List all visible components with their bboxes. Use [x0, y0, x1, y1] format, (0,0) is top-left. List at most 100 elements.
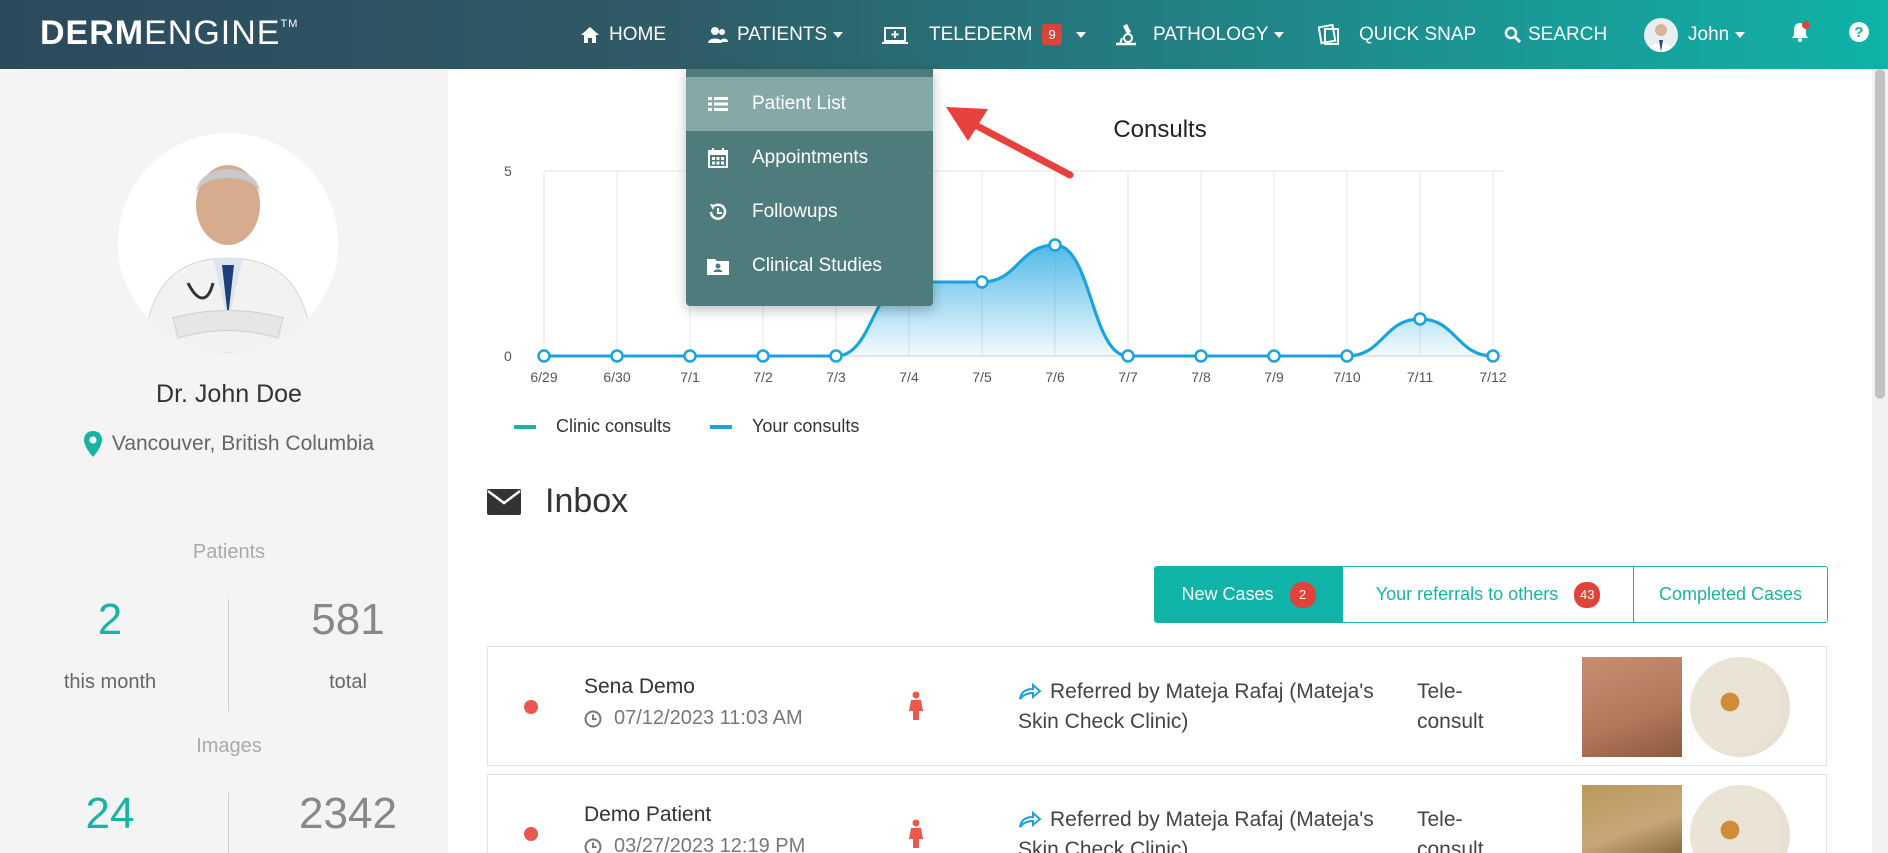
nav-telederm[interactable]: TELEDERM 9	[882, 0, 1086, 69]
scrollbar-thumb[interactable]	[1875, 69, 1885, 399]
help-button[interactable]: ?	[1848, 0, 1870, 69]
search-icon	[1504, 26, 1522, 44]
nav-user-menu[interactable]: John	[1644, 0, 1746, 69]
case-referral-text: Referred by Mateja Rafaj (Mateja's Skin …	[1018, 680, 1374, 733]
patients-total-count: 581	[311, 595, 385, 644]
menu-item-label: Followups	[752, 201, 838, 222]
menu-item-followups[interactable]: Followups	[686, 185, 933, 239]
calendar-icon	[706, 148, 730, 168]
legend-label: Your consults	[752, 416, 860, 436]
case-clinical-image[interactable]	[1582, 785, 1682, 853]
profile-photo	[118, 133, 338, 353]
referrals-count-badge: 43	[1574, 581, 1601, 608]
avatar	[1644, 17, 1678, 52]
data-point	[829, 349, 843, 363]
tab-referrals-to-others[interactable]: Your referrals to others 43	[1343, 567, 1634, 622]
patients-stat-title: Patients	[192, 541, 266, 563]
map-pin-icon	[83, 431, 102, 457]
case-date: 03/27/2023 12:19 PM	[584, 835, 805, 853]
top-navbar: DERMENGINETM HOME PATIENTS TELEDERM 9 PA…	[0, 0, 1888, 69]
bell-icon	[1788, 20, 1812, 50]
data-point	[1486, 349, 1500, 363]
x-tick-label: 7/5	[972, 369, 992, 385]
data-point	[537, 349, 551, 363]
share-arrow-icon	[1018, 811, 1042, 829]
page-scrollbar[interactable]	[1872, 69, 1888, 853]
case-type: Tele-consult	[1417, 680, 1484, 733]
profile-sidebar: Dr. John Doe Vancouver, British Columbia…	[0, 69, 448, 853]
clock-icon	[584, 710, 602, 728]
nav-user-name: John	[1688, 23, 1730, 45]
legend-label: Clinic consults	[556, 416, 672, 436]
legend-item-yours[interactable]: Your consults	[710, 416, 859, 437]
legend-item-clinic[interactable]: Clinic consults	[514, 416, 671, 437]
images-month-count: 24	[85, 789, 135, 838]
images-stat-title: Images	[196, 735, 262, 757]
consults-chart: 5 0 6/29 6/30 7/1 7/2 7/3 7/4 7/5 7/6 7/7 7/8 7/9 7/1…	[504, 163, 1507, 385]
case-row[interactable]: Sena Demo 07/12/2023 11:03 AM Referred b…	[487, 646, 1827, 766]
x-tick-label: 7/1	[680, 369, 700, 385]
nav-patients[interactable]: PATIENTS	[708, 0, 844, 69]
x-tick-label: 6/29	[530, 369, 557, 385]
notifications-button[interactable]	[1788, 0, 1812, 69]
menu-item-clinical-studies[interactable]: Clinical Studies	[686, 239, 933, 293]
nav-home-label: HOME	[609, 23, 666, 45]
menu-item-patient-list[interactable]: Patient List	[686, 77, 933, 131]
case-row[interactable]: Demo Patient 03/27/2023 12:19 PM Referre…	[487, 774, 1827, 853]
data-point	[610, 349, 624, 363]
doctor-name: Dr. John Doe	[156, 380, 302, 408]
nav-pathology[interactable]: PATHOLOGY	[1114, 0, 1285, 69]
nav-home[interactable]: HOME	[580, 0, 666, 69]
x-tick-label: 7/11	[1407, 369, 1433, 385]
menu-item-label: Patient List	[752, 93, 846, 114]
case-dermoscopy-image[interactable]	[1690, 785, 1790, 853]
nav-quick-snap[interactable]: QUICK SNAP	[1318, 0, 1476, 69]
case-dermoscopy-image[interactable]	[1690, 657, 1790, 757]
help-icon: ?	[1848, 21, 1870, 49]
data-point	[975, 275, 989, 289]
x-tick-label: 7/8	[1191, 369, 1211, 385]
new-cases-count-badge: 2	[1289, 581, 1316, 608]
case-referral: Referred by Mateja Rafaj (Mateja's Skin …	[1018, 677, 1398, 737]
x-tick-label: 7/9	[1264, 369, 1284, 385]
doctor-location: Vancouver, British Columbia	[0, 431, 458, 457]
images-total-count: 2342	[299, 789, 397, 838]
patients-month-label: this month	[63, 671, 157, 693]
chevron-down-icon	[833, 31, 844, 38]
case-patient-name: Demo Patient	[584, 803, 712, 826]
case-patient-name: Sena Demo	[584, 675, 695, 698]
data-point	[1413, 312, 1427, 326]
data-point	[1048, 238, 1062, 252]
case-date-text: 07/12/2023 11:03 AM	[614, 707, 803, 729]
clock-icon	[584, 838, 602, 853]
users-icon	[708, 26, 728, 44]
nav-quick-snap-label: QUICK SNAP	[1359, 23, 1477, 45]
data-point	[1121, 349, 1135, 363]
data-point	[683, 349, 697, 363]
legend-swatch	[514, 424, 536, 429]
chevron-down-icon	[1274, 31, 1285, 38]
x-tick-label: 7/4	[899, 369, 919, 385]
menu-item-appointments[interactable]: Appointments	[686, 131, 933, 185]
stat-divider	[228, 599, 229, 711]
unread-indicator	[524, 827, 538, 841]
nav-pathology-label: PATHOLOGY	[1153, 23, 1269, 45]
location-text: Vancouver, British Columbia	[111, 432, 375, 455]
app-logo[interactable]: DERMENGINETM	[40, 14, 298, 53]
case-type: Tele-consult	[1417, 808, 1484, 853]
list-icon	[706, 96, 730, 112]
y-tick-label: 5	[504, 163, 512, 179]
x-tick-label: 7/6	[1045, 369, 1065, 385]
x-tick-label: 7/10	[1333, 369, 1360, 385]
patients-dropdown-menu: Patient List Appointments Followups Clin…	[686, 69, 933, 306]
envelope-icon	[487, 488, 521, 515]
legend-swatch	[710, 424, 732, 429]
case-clinical-image[interactable]	[1582, 657, 1682, 757]
tab-label: Your referrals to others	[1375, 584, 1559, 604]
menu-item-label: Appointments	[752, 147, 869, 168]
tab-completed-cases[interactable]: Completed Cases	[1634, 567, 1827, 622]
telederm-icon	[882, 25, 908, 45]
nav-search[interactable]: SEARCH	[1504, 0, 1607, 69]
tab-new-cases[interactable]: New Cases 2	[1155, 567, 1343, 622]
inbox-heading: Inbox	[487, 482, 628, 521]
